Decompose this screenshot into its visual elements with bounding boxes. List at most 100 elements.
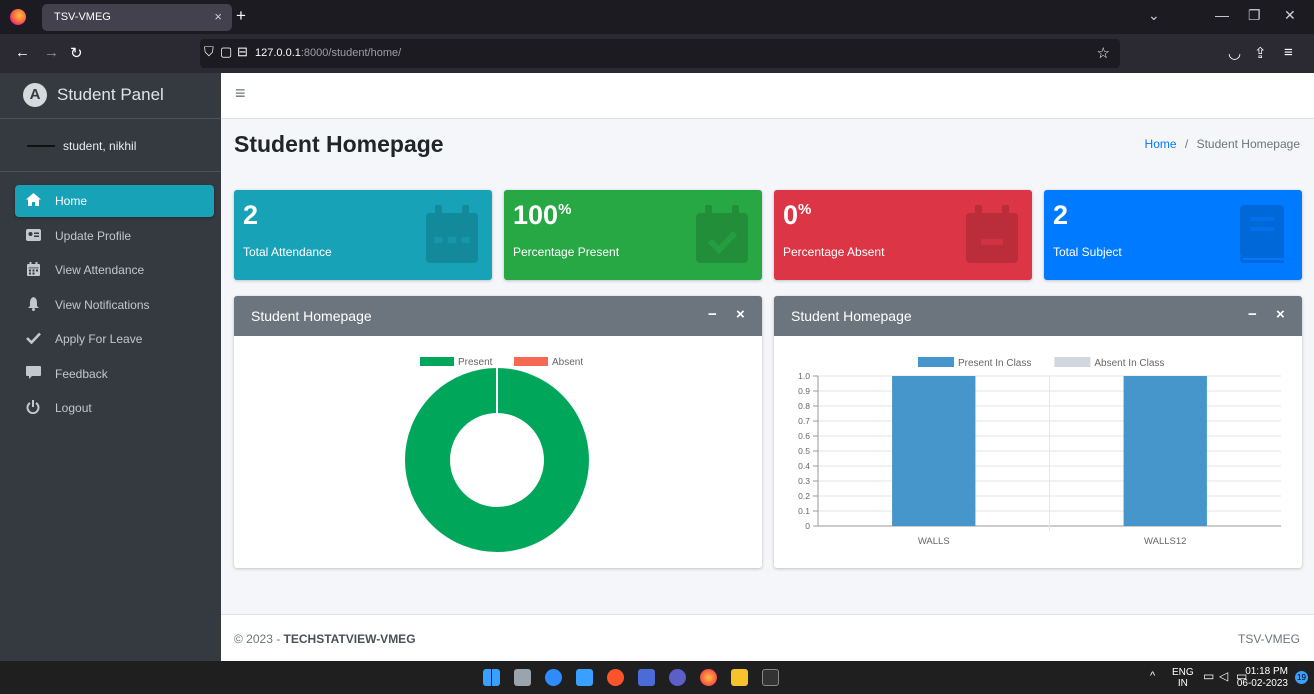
y-tick-label: 0.7: [798, 416, 810, 426]
page-title: Student Homepage: [234, 131, 444, 157]
legend-swatch: [420, 357, 454, 366]
tab-title: TSV-VMEG: [54, 11, 111, 23]
clock[interactable]: 01:18 PM 06-02-2023: [1237, 666, 1288, 690]
x-tick-label: WALLS: [918, 536, 950, 547]
permissions-icon[interactable]: ⊟: [237, 44, 248, 60]
windows-start-icon[interactable]: [483, 669, 500, 686]
legend-swatch: [918, 357, 954, 367]
volume-icon[interactable]: ◁: [1219, 669, 1228, 683]
new-tab-icon[interactable]: +: [236, 6, 246, 26]
minimize-icon[interactable]: —: [1215, 7, 1229, 23]
sidebar-item-label: Update Profile: [55, 228, 132, 243]
firefox-taskbar-icon[interactable]: [700, 669, 717, 686]
legend-label: Absent In Class: [1094, 358, 1164, 369]
sidebar: A Student Panel student, nikhil Home Upd…: [0, 73, 221, 661]
tab-list-chevron-icon[interactable]: ⌄: [1148, 7, 1160, 24]
total-attendance-box[interactable]: 2 Total Attendance: [234, 190, 492, 280]
sidebar-item-label: Feedback: [55, 366, 108, 381]
tab-close-icon[interactable]: ×: [214, 9, 222, 24]
shield-icon[interactable]: ⛉: [204, 44, 214, 60]
bar: [1123, 376, 1207, 526]
breadcrumb-current: Student Homepage: [1196, 137, 1300, 151]
footer-company-link[interactable]: TECHSTATVIEW-VMEG: [284, 632, 416, 646]
donut-chart: Present Absent: [405, 357, 589, 552]
notification-badge[interactable]: 19: [1295, 671, 1308, 684]
box-value: 100%: [513, 200, 572, 230]
breadcrumb: Home / Student Homepage: [1145, 137, 1300, 151]
collapse-icon[interactable]: −: [1248, 306, 1257, 323]
breadcrumb-home-link[interactable]: Home: [1145, 137, 1177, 151]
collapse-icon[interactable]: −: [708, 306, 717, 323]
percentage-absent-box[interactable]: 0% Percentage Absent: [774, 190, 1032, 280]
language-indicator[interactable]: ENG IN: [1172, 667, 1194, 689]
extensions-icon[interactable]: ⇪: [1254, 44, 1267, 62]
y-tick-label: 0.4: [798, 461, 810, 471]
y-tick-label: 1.0: [798, 371, 810, 381]
pocket-icon[interactable]: ◡: [1228, 44, 1241, 62]
home-icon: [25, 193, 41, 209]
back-icon[interactable]: ←: [15, 44, 30, 61]
subject-bar-card: Student Homepage − × Present In Class Abs…: [774, 296, 1302, 568]
close-icon[interactable]: ×: [736, 306, 745, 323]
reload-icon[interactable]: ↻: [70, 44, 83, 62]
id-card-icon: [25, 228, 41, 244]
sidebar-menu: Home Update Profile View Attendance View…: [15, 185, 214, 427]
y-tick-label: 0.2: [798, 491, 810, 501]
total-subject-box[interactable]: 2 Total Subject: [1044, 190, 1302, 280]
teams-icon[interactable]: [669, 669, 686, 686]
windows-taskbar: ^ ENG IN ▭ ◁ ▭ 01:18 PM 06-02-2023 19: [0, 661, 1314, 694]
menu-icon[interactable]: ≡: [1284, 44, 1293, 61]
sidebar-item-logout[interactable]: Logout: [15, 392, 214, 424]
sidebar-item-home[interactable]: Home: [15, 185, 214, 217]
sidebar-item-update-profile[interactable]: Update Profile: [15, 220, 214, 252]
vscode-icon[interactable]: [638, 669, 655, 686]
desktop-icon[interactable]: [576, 669, 593, 686]
sidebar-item-view-notifications[interactable]: View Notifications: [15, 289, 214, 321]
y-tick-label: 0.6: [798, 431, 810, 441]
legend-label: Absent: [552, 357, 583, 368]
card-header: Student Homepage − ×: [774, 296, 1302, 336]
bar: [892, 376, 976, 526]
footer-copyright: © 2023 - TECHSTATVIEW-VMEG: [234, 632, 416, 646]
y-tick-label: 0.5: [798, 446, 810, 456]
browser-nav-bar: ← → ↻ ⛉ ▢ ⊟ 127.0.0.1:8000/student/home/…: [0, 34, 1314, 73]
user-name[interactable]: student, nikhil: [63, 139, 136, 153]
card-header: Student Homepage − ×: [234, 296, 762, 336]
chat-icon[interactable]: [545, 669, 562, 686]
url-text[interactable]: 127.0.0.1:8000/student/home/: [255, 47, 401, 59]
hamburger-icon[interactable]: ≡: [235, 83, 246, 104]
sidebar-item-label: Apply For Leave: [55, 332, 143, 346]
comment-icon: [25, 365, 41, 382]
tray-caret-icon[interactable]: ^: [1150, 670, 1155, 682]
browser-tab-bar: TSV-VMEG × + ⌄ — ❐ ✕: [0, 0, 1314, 34]
sidebar-item-feedback[interactable]: Feedback: [15, 358, 214, 390]
y-tick-label: 0.8: [798, 401, 810, 411]
close-window-icon[interactable]: ✕: [1284, 7, 1296, 24]
browser-tab[interactable]: TSV-VMEG ×: [42, 4, 232, 31]
network-icon[interactable]: ▭: [1203, 669, 1214, 683]
card-title: Student Homepage: [251, 308, 372, 324]
sidebar-item-view-attendance[interactable]: View Attendance: [15, 254, 214, 286]
box-label: Total Attendance: [243, 245, 332, 259]
top-navbar: ≡: [221, 73, 1314, 119]
terminal-icon[interactable]: [762, 669, 779, 686]
brand-link[interactable]: A Student Panel: [0, 73, 221, 119]
url-bar[interactable]: ⛉ ▢ ⊟ 127.0.0.1:8000/student/home/ ☆: [200, 39, 1120, 68]
card-title: Student Homepage: [791, 308, 912, 324]
close-icon[interactable]: ×: [1276, 306, 1285, 323]
brave-icon[interactable]: [607, 669, 624, 686]
percentage-present-box[interactable]: 100% Percentage Present: [504, 190, 762, 280]
file-explorer-icon[interactable]: [731, 669, 748, 686]
footer: © 2023 - TECHSTATVIEW-VMEG TSV-VMEG: [221, 614, 1314, 661]
sidebar-item-apply-for-leave[interactable]: Apply For Leave: [15, 323, 214, 355]
x-tick-label: WALLS12: [1144, 536, 1186, 547]
task-view-icon[interactable]: [514, 669, 531, 686]
box-value: 2: [1053, 200, 1069, 230]
restore-icon[interactable]: ❐: [1248, 7, 1261, 24]
sidebar-item-label: Logout: [55, 401, 92, 415]
calendar-check-icon: [696, 205, 748, 263]
y-tick-label: 0.3: [798, 476, 810, 486]
bookmark-star-icon[interactable]: ☆: [1097, 44, 1110, 62]
forward-icon[interactable]: →: [44, 44, 59, 61]
user-panel: student, nikhil: [0, 119, 221, 172]
